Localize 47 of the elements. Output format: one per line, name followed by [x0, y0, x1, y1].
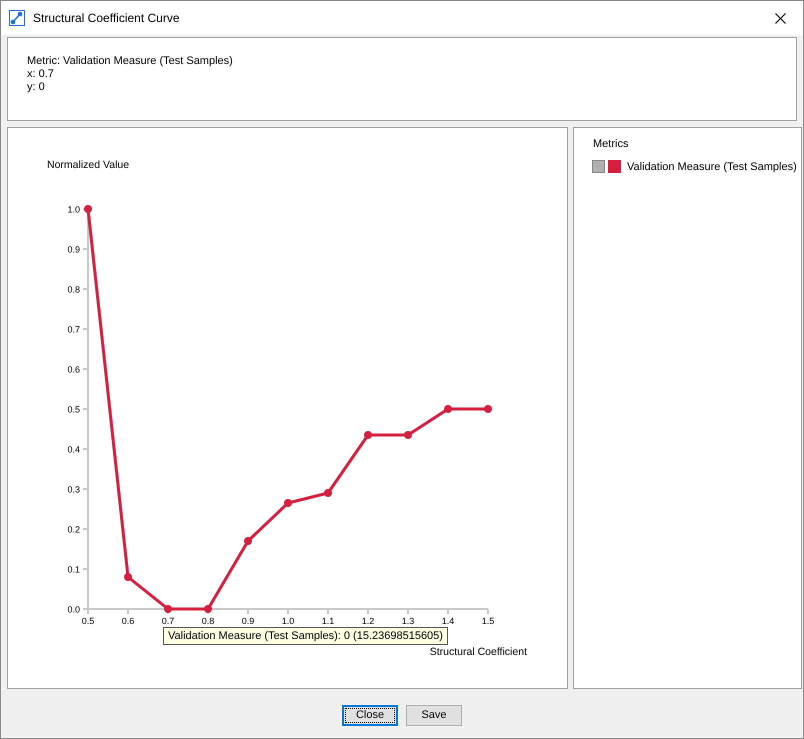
legend-title: Metrics [593, 138, 630, 150]
y-tick-label: 0.0 [67, 604, 80, 614]
data-point[interactable] [124, 573, 132, 581]
y-tick-label: 0.5 [67, 404, 80, 414]
data-point[interactable] [204, 605, 212, 613]
y-tick-label: 0.7 [67, 324, 80, 334]
x-tick-label: 0.8 [202, 616, 214, 626]
data-point[interactable] [444, 405, 452, 413]
x-axis-label: Structural Coefficient [430, 646, 527, 658]
y-tick-label: 1.0 [67, 204, 80, 214]
x-tick-label: 1.2 [362, 616, 374, 626]
data-point[interactable] [484, 405, 492, 413]
data-point[interactable] [244, 537, 252, 545]
x-tick-label: 1.3 [402, 616, 414, 626]
y-tick-label: 0.1 [67, 564, 80, 574]
y-tick-label: 0.6 [67, 364, 80, 374]
y-axis-label: Normalized Value [47, 159, 130, 171]
tooltip: Validation Measure (Test Samples): 0 (15.23698515605) [163, 627, 448, 645]
x-tick-label: 1.1 [322, 616, 334, 626]
data-point[interactable] [164, 605, 172, 613]
x-tick-label: 0.5 [82, 616, 94, 626]
info-text: y: 0 [27, 81, 46, 93]
data-point[interactable] [324, 489, 332, 497]
x-tick-label: 1.5 [482, 616, 494, 626]
x-tick-label: 1.4 [442, 616, 454, 626]
data-point[interactable] [84, 205, 92, 213]
app-icon [9, 10, 25, 26]
x-tick-label: 0.7 [162, 616, 174, 626]
window-title: Structural Coefficient Curve [33, 11, 181, 25]
y-tick-label: 0.2 [67, 524, 80, 534]
y-tick-label: 0.9 [67, 244, 80, 254]
close-icon [774, 12, 786, 24]
data-point[interactable] [364, 431, 372, 439]
x-tick-label: 1.0 [282, 616, 294, 626]
dialog-button[interactable]: Close [342, 704, 398, 726]
y-tick-label: 0.3 [67, 484, 80, 494]
dialog-button[interactable]: Save [406, 704, 462, 726]
y-tick-label: 0.4 [67, 444, 80, 454]
info-text: x: 0.7 [27, 68, 55, 80]
y-tick-label: 0.8 [67, 284, 80, 294]
data-point[interactable] [284, 499, 292, 507]
data-point[interactable] [404, 431, 412, 439]
legend-label[interactable]: Validation Measure (Test Samples) [627, 160, 797, 172]
x-tick-label: 0.9 [242, 616, 254, 626]
x-tick-label: 0.6 [122, 616, 134, 626]
info-text: Metric: Validation Measure (Test Samples) [27, 55, 234, 67]
toggle-swatch[interactable] [592, 160, 605, 173]
